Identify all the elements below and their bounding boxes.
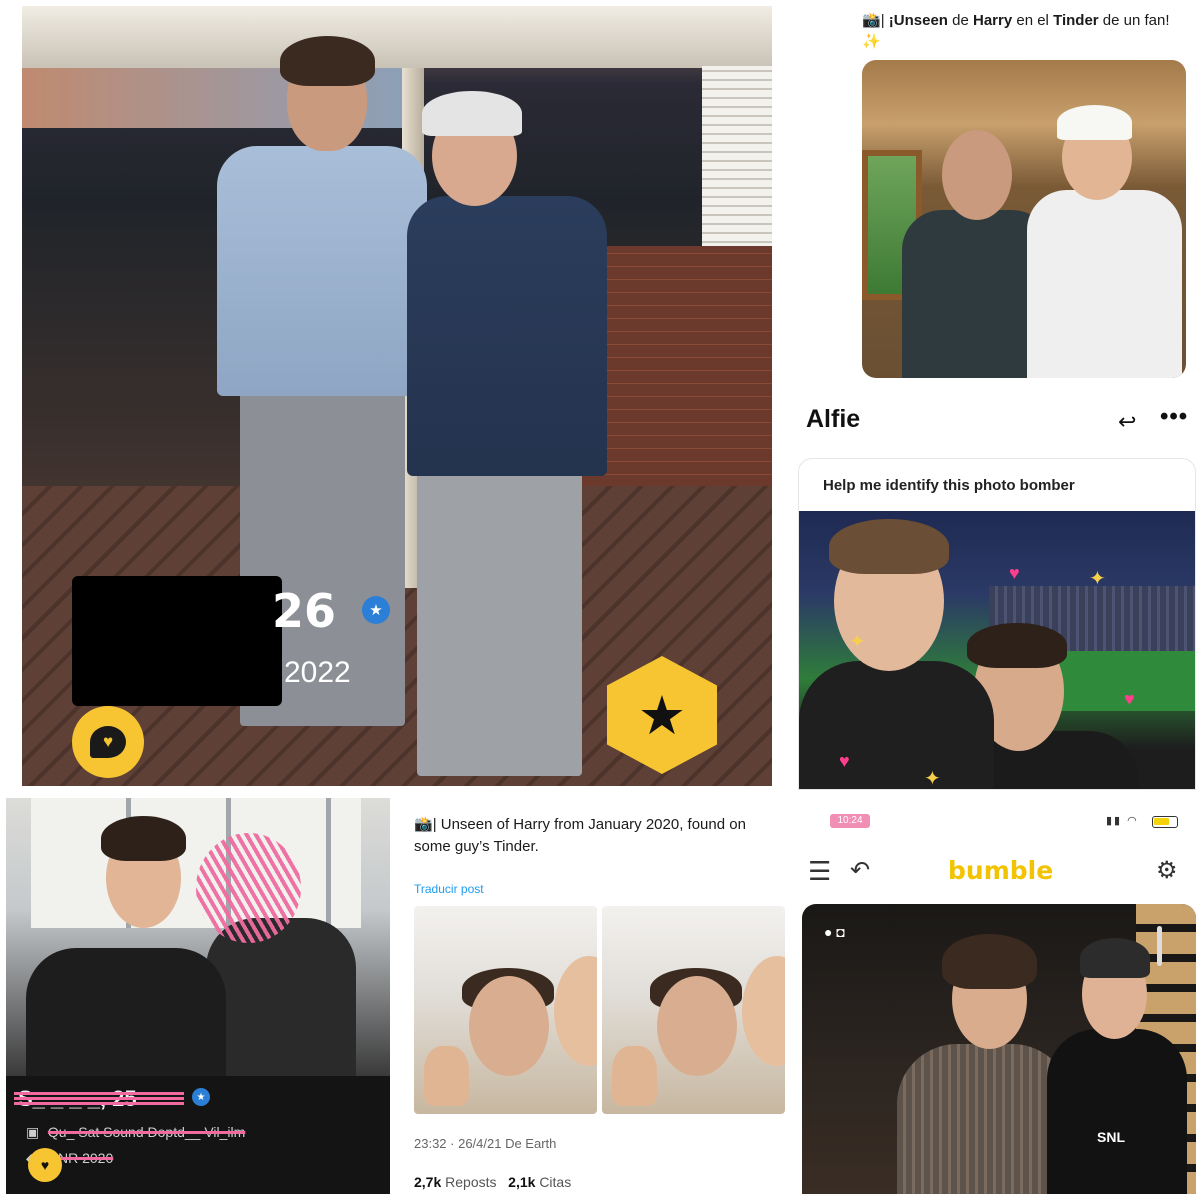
tweet-text-bold: Tinder — [1053, 12, 1099, 29]
heart-icon: ♥ — [1124, 689, 1135, 709]
tinder-dark-panel: S_ _ _ _, 25 ★ ▣ Qu_ Sat Sound Doptd__ V… — [6, 798, 390, 1194]
photo-progress-bar — [1157, 926, 1162, 966]
person-right-beanie — [1080, 938, 1150, 978]
undo-icon[interactable]: ↶ — [850, 856, 870, 885]
tweet-bottom-text: 📸| Unseen of Harry from January 2020, fo… — [414, 814, 784, 858]
person-right-cap — [422, 91, 522, 136]
tinder-golf-panel: 26 ★ 2022 ♥ ★ — [22, 6, 772, 786]
profile-name: Alfie — [806, 405, 861, 433]
face-right — [742, 956, 785, 1066]
message-button[interactable]: ♥ — [28, 1148, 62, 1182]
camera-emoji: 📸 — [414, 816, 433, 833]
person-left-hair — [280, 36, 375, 86]
menu-icon[interactable]: ☰ — [808, 856, 831, 887]
person-left-body — [799, 661, 994, 789]
person-left-hair — [101, 816, 186, 861]
heart-icon: ♥ — [839, 751, 850, 771]
status-time: 10:24 — [830, 814, 870, 828]
tweet-text-bold: ¡Unseen — [888, 12, 948, 29]
person-left-head — [942, 130, 1012, 220]
share-icon[interactable]: ↩ — [1118, 409, 1136, 435]
quotes-label[interactable]: Citas — [539, 1174, 571, 1190]
face-left — [657, 976, 737, 1076]
reposts-label[interactable]: Reposts — [445, 1174, 496, 1190]
camera-emoji: 📸 — [862, 12, 881, 29]
sparkle-icon: ✦ — [849, 631, 866, 653]
person-left-suit — [897, 1044, 1072, 1194]
tweet-text-part: de — [947, 12, 973, 29]
sparkles-emoji: ✨ — [862, 33, 881, 50]
tweet-bottom-panel: 📸| Unseen of Harry from January 2020, fo… — [400, 800, 790, 1200]
tweet-timestamp: 23:32 · 26/4/21 De Earth — [414, 1136, 557, 1151]
sparkle-icon: ✦ — [924, 768, 941, 790]
post-card: Help me identify this photo bomber ✦ ✦ ✦… — [798, 458, 1196, 790]
bumble-logo: bumble — [948, 856, 1054, 885]
star-icon: ★ — [637, 685, 687, 746]
post-title: Help me identify this photo bomber — [823, 477, 1075, 494]
quotes-count[interactable]: 2,1k — [508, 1174, 535, 1190]
profile-year: 2022 — [284, 656, 351, 689]
heart-icon: ♥ — [1009, 563, 1020, 583]
verified-badge-icon: ★ — [192, 1088, 210, 1106]
peace-hand — [612, 1046, 657, 1106]
porch-roof — [22, 6, 772, 68]
bumble-panel: 10:24 ▮▮ ◠ ☰ ↶ bumble ⚙ ● ◘ SNL — [800, 800, 1198, 1194]
person-right-body — [1047, 1029, 1187, 1194]
name-redaction — [72, 576, 282, 706]
tweet-image-2[interactable] — [602, 906, 785, 1114]
message-heart-icon: ♥ — [90, 726, 126, 758]
verified-badge-icon: ★ — [362, 596, 390, 624]
tweet-text-part: | — [880, 12, 889, 29]
signal-wifi-icon: ▮▮ ◠ — [1106, 815, 1139, 827]
translate-link[interactable]: Traducir post — [414, 882, 484, 896]
person-right-hair — [967, 623, 1067, 668]
job-row: ▣ Qu_ Sat Sound Doptd__ Vil_ilm — [26, 1124, 245, 1141]
message-button[interactable]: ♥ — [72, 706, 144, 778]
person-right-sweater — [1027, 190, 1182, 378]
snl-label: SNL — [1097, 1129, 1125, 1145]
instagram-icon: ● ◘ — [824, 924, 845, 940]
person-right-body — [206, 918, 356, 1076]
tweet-body: | Unseen of Harry from January 2020, fou… — [414, 816, 746, 855]
tweet-stats: 2,7k Reposts 2,1k Citas — [414, 1174, 571, 1190]
sparkle-icon: ✦ — [1089, 568, 1106, 590]
tweet-image-1[interactable] — [414, 906, 597, 1114]
person-left-sweater — [217, 146, 427, 396]
stadium-selfie-photo[interactable]: ✦ ✦ ✦ ♥ ♥ ♥ — [799, 511, 1195, 790]
tweet-text-part: en el — [1012, 12, 1054, 29]
face-right — [554, 956, 597, 1066]
profile-photo — [6, 798, 390, 1076]
person-right-cap — [1057, 105, 1132, 140]
briefcase-icon: ▣ — [26, 1124, 40, 1140]
cabinets — [31, 798, 361, 928]
alfie-panel: Alfie ↩ ••• Help me identify this photo … — [790, 395, 1200, 790]
job-text: Qu_ Sat Sound Doptd__ Vil_ilm — [47, 1124, 246, 1140]
battery-icon — [1152, 816, 1178, 828]
peace-hand — [424, 1046, 469, 1106]
tweet-top-text: 📸| ¡Unseen de Harry en el Tinder de un f… — [862, 10, 1182, 52]
filter-icon[interactable]: ⚙ — [1156, 856, 1178, 885]
tweet-top-panel: 📸| ¡Unseen de Harry en el Tinder de un f… — [790, 0, 1200, 385]
person-left-hair — [942, 934, 1037, 989]
face-left — [469, 976, 549, 1076]
profile-age: 26 — [272, 584, 337, 638]
reposts-count[interactable]: 2,7k — [414, 1174, 441, 1190]
more-icon[interactable]: ••• — [1160, 403, 1188, 431]
profile-info: S_ _ _ _, 25 ★ ▣ Qu_ Sat Sound Doptd__ V… — [6, 1076, 390, 1194]
person-left-hair — [829, 519, 949, 574]
person-right-vest — [407, 196, 607, 476]
tweet-text-bold: Harry — [972, 12, 1013, 29]
face-scribble — [196, 833, 301, 943]
tweet-top-photo[interactable] — [862, 60, 1186, 378]
bumble-profile-photo[interactable]: ● ◘ SNL — [802, 904, 1196, 1194]
name-scribble — [14, 1091, 184, 1105]
person-right-legs — [417, 456, 582, 776]
tweet-text-part: de un fan! — [1098, 12, 1170, 29]
person-left-jacket — [26, 948, 226, 1076]
